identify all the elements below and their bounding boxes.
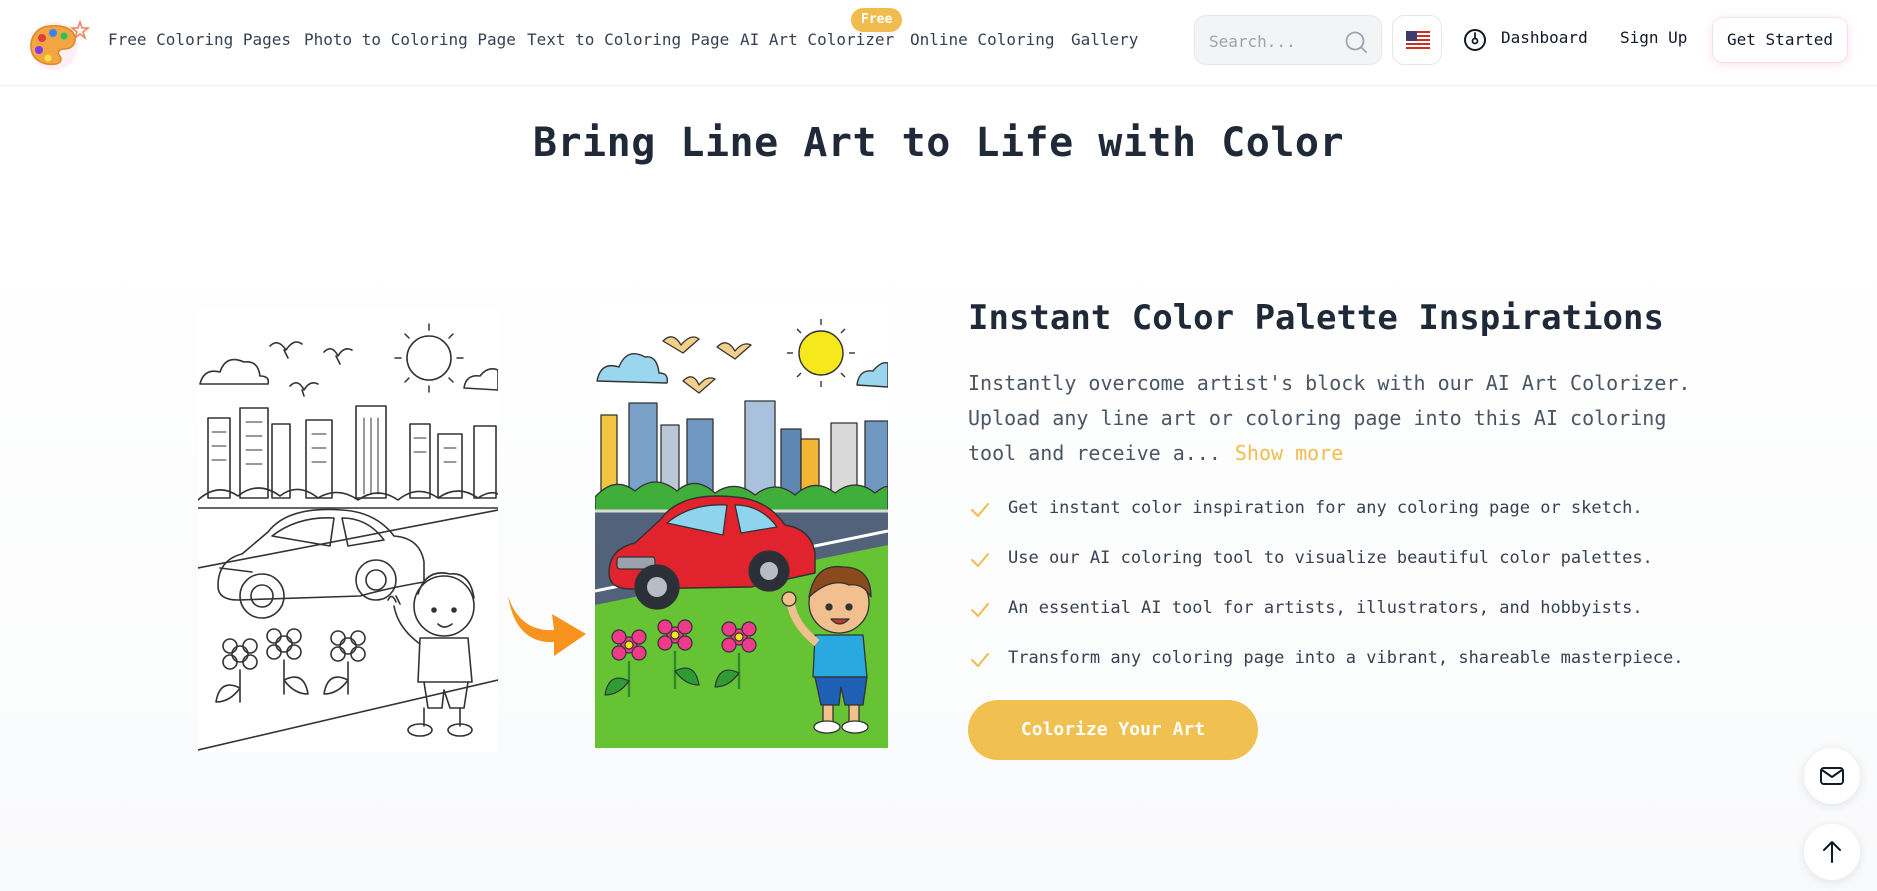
check-icon	[971, 553, 989, 567]
feature-bullet-text: Use our AI coloring tool to visualize be…	[1008, 548, 1653, 568]
hero-title: Bring Line Art to Life with Color	[532, 120, 1345, 166]
contact-mail-button[interactable]	[1804, 748, 1860, 804]
scroll-to-top-button[interactable]	[1804, 824, 1860, 880]
line-art-illustration	[197, 310, 499, 752]
feature-bullet-text: An essential AI tool for artists, illust…	[1008, 598, 1643, 618]
check-icon	[971, 503, 989, 517]
check-icon	[971, 603, 989, 617]
sign-up-link[interactable]: Sign Up	[1620, 28, 1687, 47]
mail-icon	[1820, 767, 1844, 785]
arrow-up-icon	[1823, 841, 1841, 863]
search-input[interactable]	[1209, 28, 1339, 54]
search-box	[1194, 15, 1382, 65]
palette-logo-icon[interactable]	[26, 14, 96, 70]
feature-description: Instantly overcome artist's block with o…	[968, 366, 1708, 471]
transform-arrow-icon	[506, 592, 588, 658]
search-icon[interactable]	[1343, 29, 1369, 55]
feature-bullet-text: Get instant color inspiration for any co…	[1008, 498, 1643, 518]
feature-title: Instant Color Palette Inspirations	[968, 298, 1664, 338]
site-header: Free Coloring Pages Photo to Coloring Pa…	[0, 0, 1877, 86]
check-icon	[971, 653, 989, 667]
nav-gallery[interactable]: Gallery	[1071, 28, 1138, 52]
nav-free-coloring-pages[interactable]: Free Coloring Pages	[108, 28, 291, 52]
nav-online-coloring[interactable]: Online Coloring	[910, 28, 1055, 52]
show-more-link[interactable]: Show more	[1235, 441, 1343, 465]
dashboard-label: Dashboard	[1501, 28, 1588, 47]
feature-bullet-text: Transform any coloring page into a vibra…	[1008, 648, 1684, 668]
us-flag-icon	[1406, 31, 1430, 49]
colorize-your-art-button[interactable]: Colorize Your Art	[968, 700, 1258, 760]
colored-art-illustration	[595, 305, 888, 748]
nav-text-to-coloring-page[interactable]: Text to Coloring Page	[527, 28, 729, 52]
free-badge: Free	[851, 8, 903, 32]
language-selector-button[interactable]	[1392, 15, 1442, 65]
get-started-button[interactable]: Get Started	[1713, 18, 1847, 62]
nav-photo-to-coloring-page[interactable]: Photo to Coloring Page	[304, 28, 516, 52]
dashboard-gauge-icon	[1464, 29, 1486, 51]
